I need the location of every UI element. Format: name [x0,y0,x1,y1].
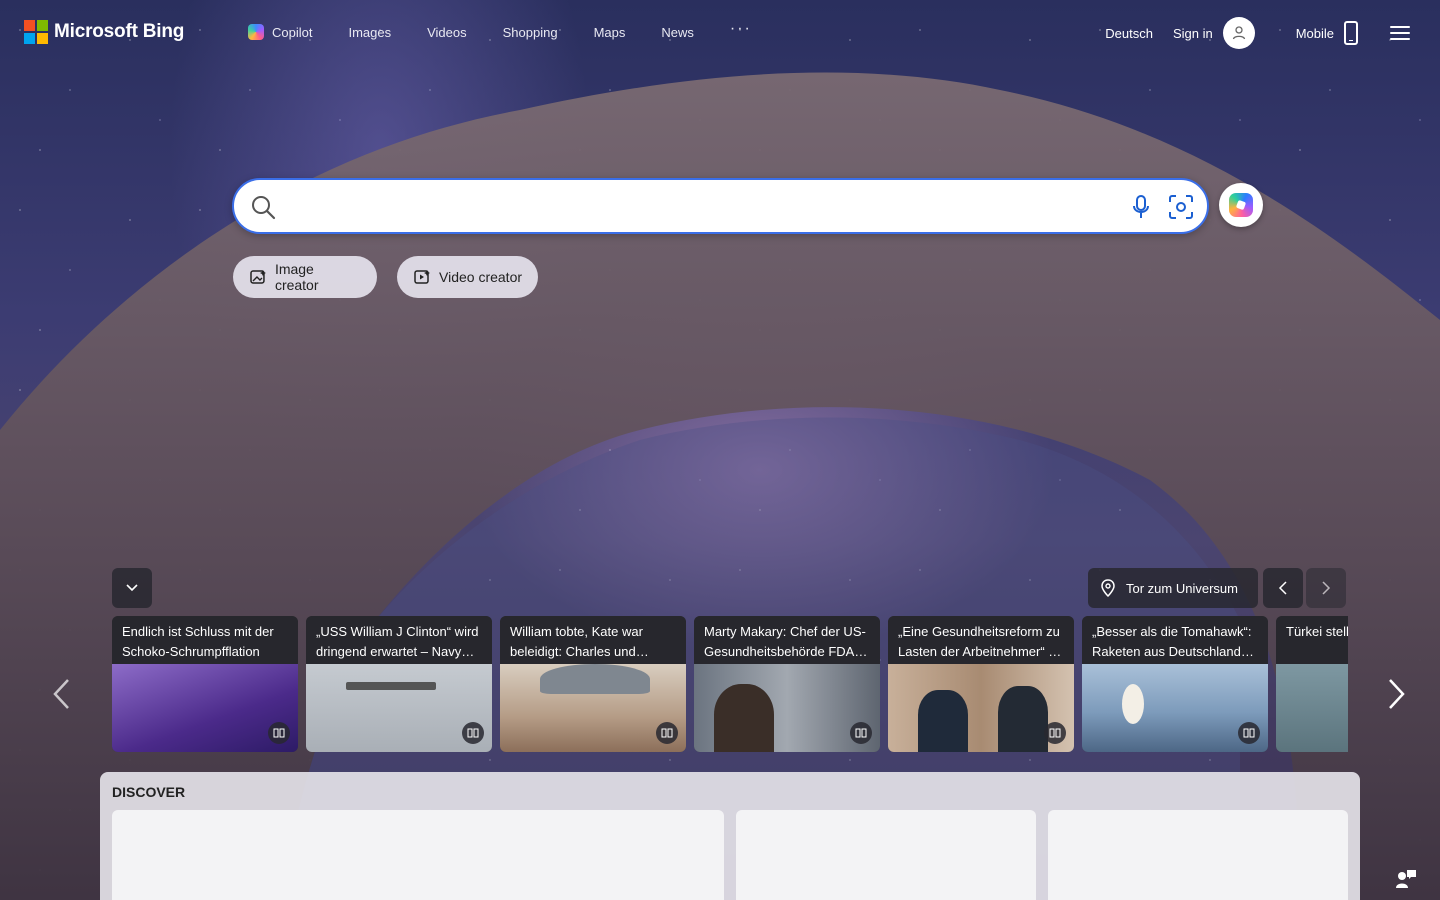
carousel-prev-icon[interactable] [50,676,72,712]
next-image-button[interactable] [1306,568,1346,608]
header: Microsoft Bing Copilot Images Videos Sho… [0,0,1440,66]
discover-title: DISCOVER [112,784,186,800]
chevron-left-icon [1278,581,1287,595]
news-thumbnail [306,664,492,752]
news-title: Türkei stellt Mini-U-Boot… [1276,616,1348,664]
chevron-down-icon [126,584,138,592]
discover-section: DISCOVER [100,772,1360,900]
user-avatar-icon[interactable] [1222,17,1255,49]
discover-card[interactable] [1048,810,1348,900]
search-box [232,178,1209,234]
previous-image-button[interactable] [1263,568,1303,608]
read-mode-icon[interactable] [1238,722,1260,744]
news-title: William tobte, Kate war beleidigt: Charl… [500,616,686,664]
chevron-right-icon [1322,581,1331,595]
feedback-icon[interactable] [1394,868,1418,890]
news-title: Endlich ist Schluss mit der Schoko-Schru… [112,616,298,664]
discover-card[interactable] [112,810,724,900]
sign-in-link[interactable]: Sign in [1173,26,1213,41]
nav-shopping[interactable]: Shopping [503,25,558,40]
news-carousel: Endlich ist Schluss mit der Schoko-Schru… [112,616,1348,752]
news-card[interactable]: „USS William J Clinton“ wird dringend er… [306,616,492,752]
news-thumbnail [500,664,686,752]
news-card[interactable]: „Besser als die Tomahawk“: Raketen aus D… [1082,616,1268,752]
news-card[interactable]: Türkei stellt Mini-U-Boot… [1276,616,1348,752]
news-title: „USS William J Clinton“ wird dringend er… [306,616,492,664]
phone-icon[interactable] [1344,21,1358,45]
image-location-button[interactable]: Tor zum Universum [1088,568,1258,608]
microsoft-logo-icon [24,20,48,44]
video-creator-button[interactable]: Video creator [397,256,538,298]
news-thumbnail [112,664,298,752]
news-card[interactable]: Endlich ist Schluss mit der Schoko-Schru… [112,616,298,752]
location-pin-icon [1101,579,1115,597]
image-creator-icon [250,270,266,284]
language-link[interactable]: Deutsch [1105,26,1153,41]
image-creator-button[interactable]: Image creator [233,256,377,298]
news-thumbnail [888,664,1074,752]
read-mode-icon[interactable] [268,722,290,744]
news-thumbnail [694,664,880,752]
mobile-link[interactable]: Mobile [1296,26,1334,41]
brand-name: Microsoft Bing [54,21,185,42]
video-creator-icon [414,270,430,284]
top-nav: Copilot Images Videos Shopping Maps News… [248,20,752,40]
read-mode-icon[interactable] [850,722,872,744]
read-mode-icon[interactable] [462,722,484,744]
news-card[interactable]: Marty Makary: Chef der US-Gesundheitsbeh… [694,616,880,752]
nav-label: Copilot [272,24,313,40]
image-creator-label: Image creator [274,261,319,293]
copilot-button[interactable] [1219,183,1263,227]
nav-maps[interactable]: Maps [594,25,626,40]
location-label: Tor zum Universum [1126,580,1238,596]
person-icon [1232,26,1245,40]
background-image [0,0,1440,900]
copilot-icon [1229,193,1253,217]
news-thumbnail [1276,664,1348,752]
visual-search-icon[interactable] [1167,193,1195,221]
more-menu-icon[interactable]: ··· [730,20,752,38]
news-card[interactable]: „Eine Gesundheitsreform zu Lasten der Ar… [888,616,1074,752]
news-title: „Eine Gesundheitsreform zu Lasten der Ar… [888,616,1074,664]
nav-news[interactable]: News [661,25,694,40]
read-mode-icon[interactable] [1044,722,1066,744]
copilot-icon [248,24,264,40]
carousel-next-icon[interactable] [1386,676,1408,712]
news-title: Marty Makary: Chef der US-Gesundheitsbeh… [694,616,880,664]
video-creator-label: Video creator [439,269,523,285]
nav-videos[interactable]: Videos [427,25,467,40]
hamburger-menu-icon[interactable] [1390,26,1410,40]
rock-arch [0,72,1440,900]
bing-logo[interactable]: Microsoft Bing [24,20,184,44]
nav-images[interactable]: Images [348,25,391,40]
news-title: „Besser als die Tomahawk“: Raketen aus D… [1082,616,1268,664]
news-thumbnail [1082,664,1268,752]
collapse-feed-button[interactable] [112,568,152,608]
search-input[interactable] [280,192,1120,220]
microphone-icon[interactable] [1132,194,1150,220]
search-icon[interactable] [250,194,276,220]
discover-card[interactable] [736,810,1036,900]
read-mode-icon[interactable] [656,722,678,744]
news-card[interactable]: William tobte, Kate war beleidigt: Charl… [500,616,686,752]
nav-copilot[interactable]: Copilot [248,24,312,40]
header-right: Deutsch Sign in Mobile [1105,17,1440,49]
